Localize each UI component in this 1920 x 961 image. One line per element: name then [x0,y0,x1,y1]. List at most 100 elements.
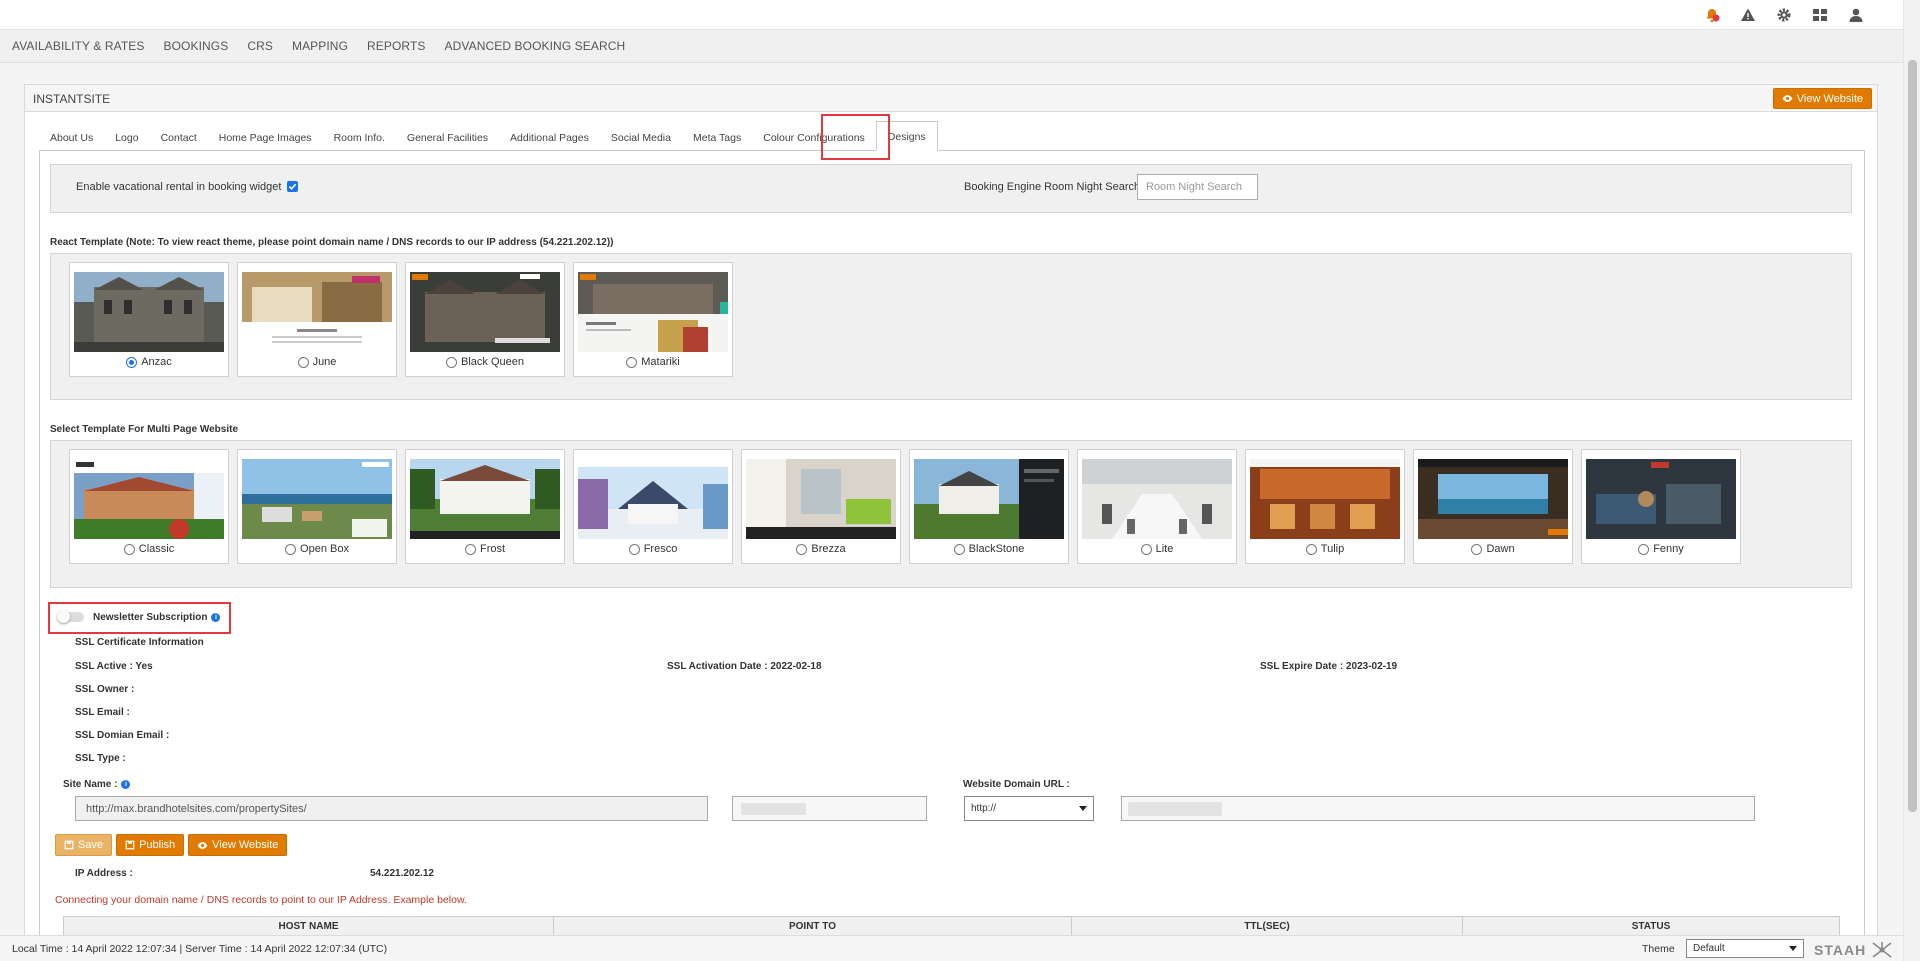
template-radio-fenny[interactable] [1638,543,1650,555]
menu-availability-rates[interactable]: AVAILABILITY & RATES [12,39,145,53]
vertical-scrollbar[interactable] [1903,0,1920,961]
template-radio-matariki[interactable] [626,356,638,368]
tab-colour-configurations[interactable]: Colour Configurations [752,125,876,151]
template-label-brezza: Brezza [742,543,900,555]
template-radio-tulip[interactable] [1305,543,1317,555]
template-label-matariki: Matariki [574,356,732,368]
view-website-button[interactable]: View Website [188,834,288,856]
user-icon[interactable] [1846,5,1865,24]
action-buttons: Save Publish View Website [55,834,288,856]
save-button[interactable]: Save [55,834,113,856]
template-card-black-queen[interactable]: Black Queen [405,262,565,377]
logo-mark-icon [1872,942,1892,958]
theme-label: Theme [1642,943,1675,955]
menu-reports[interactable]: REPORTS [367,39,426,53]
thumbnail-classic [74,459,224,539]
widget-settings-box: Enable vacational rental in booking widg… [50,164,1852,213]
template-radio-lite[interactable] [1140,543,1152,555]
tab-general-facilities[interactable]: General Facilities [396,125,499,151]
template-card-classic[interactable]: Classic [69,449,229,564]
template-label-fenny: Fenny [1582,543,1740,555]
tab-about-us[interactable]: About Us [39,125,104,151]
template-label-open-box: Open Box [238,543,396,555]
template-card-fenny[interactable]: Fenny [1581,449,1741,564]
template-label-dawn: Dawn [1414,543,1572,555]
template-card-brezza[interactable]: Brezza [741,449,901,564]
menu-crs[interactable]: CRS [247,39,273,53]
ssl-type: SSL Type : [75,753,126,764]
room-night-search-input[interactable]: Room Night Search [1137,174,1258,200]
eye-icon [197,841,208,849]
view-website-header-button[interactable]: View Website [1772,88,1872,109]
template-card-fresco[interactable]: Fresco [573,449,733,564]
dns-table: HOST NAME POINT TO TTL(SEC) STATUS [63,916,1840,937]
chevron-down-icon [1789,946,1797,951]
col-ttl: TTL(SEC) [1071,916,1463,937]
publish-icon [125,840,135,850]
template-card-anzac[interactable]: Anzac [69,262,229,377]
vacation-rental-checkbox[interactable] [287,181,298,192]
col-host-name: HOST NAME [63,916,554,937]
ssl-owner: SSL Owner : [75,684,135,695]
newsletter-label-row: Newsletter Subscription i [93,612,221,623]
template-label-anzac: Anzac [70,356,228,368]
tab-contact[interactable]: Contact [150,125,208,151]
template-card-blackstone[interactable]: BlackStone [909,449,1069,564]
dns-table-header: HOST NAME POINT TO TTL(SEC) STATUS [63,916,1840,937]
publish-button[interactable]: Publish [116,834,185,856]
tab-home-page-images[interactable]: Home Page Images [208,125,323,151]
room-night-label: Booking Engine Room Night Search [964,181,1141,193]
template-radio-classic[interactable] [123,543,135,555]
notification-icon[interactable] [1702,5,1721,24]
site-name-field[interactable]: http://max.brandhotelsites.com/propertyS… [75,796,708,821]
gear-icon[interactable] [1774,5,1793,24]
site-name-label-row: Site Name : i [63,779,131,790]
newsletter-toggle[interactable] [57,610,84,623]
menu-mapping[interactable]: MAPPING [292,39,348,53]
warning-icon[interactable] [1738,5,1757,24]
template-label-fresco: Fresco [574,543,732,555]
menu-advanced-booking-search[interactable]: ADVANCED BOOKING SEARCH [445,39,626,53]
template-radio-brezza[interactable] [796,543,808,555]
scrollbar-thumb[interactable] [1908,60,1917,812]
thumbnail-brezza [746,459,896,539]
tab-additional-pages[interactable]: Additional Pages [499,125,600,151]
website-domain-field[interactable] [1121,796,1755,821]
template-card-june[interactable]: June [237,262,397,377]
template-card-frost[interactable]: Frost [405,449,565,564]
theme-select[interactable]: Default [1686,939,1804,958]
eye-icon [1782,95,1793,102]
thumbnail-dawn [1418,459,1568,539]
ip-address-label: IP Address : [75,868,133,879]
protocol-select[interactable]: http:// [964,796,1094,821]
tab-bar: About Us Logo Contact Home Page Images R… [39,119,938,151]
template-card-open-box[interactable]: Open Box [237,449,397,564]
info-icon[interactable]: i [211,613,221,622]
thumbnail-blackstone [914,459,1064,539]
tab-designs[interactable]: Designs [875,121,938,151]
template-card-dawn[interactable]: Dawn [1413,449,1573,564]
tab-social-media[interactable]: Social Media [600,125,682,151]
template-radio-frost[interactable] [464,543,476,555]
template-card-matariki[interactable]: Matariki [573,262,733,377]
template-card-lite[interactable]: Lite [1077,449,1237,564]
grid-icon[interactable] [1810,5,1829,24]
tab-meta-tags[interactable]: Meta Tags [682,125,752,151]
tab-room-info[interactable]: Room Info. [323,125,396,151]
template-radio-blackstone[interactable] [953,543,965,555]
template-radio-black-queen[interactable] [446,356,457,368]
multi-template-title: Select Template For Multi Page Website [50,424,239,435]
template-label-lite: Lite [1078,543,1236,555]
tab-logo[interactable]: Logo [104,125,149,151]
ssl-title: SSL Certificate Information [75,637,204,648]
menu-bookings[interactable]: BOOKINGS [164,39,229,53]
site-name-info-icon[interactable]: i [121,780,131,789]
template-radio-open-box[interactable] [285,543,297,555]
template-card-tulip[interactable]: Tulip [1245,449,1405,564]
template-radio-dawn[interactable] [1471,543,1483,555]
template-radio-june[interactable] [297,356,309,368]
thumbnail-fenny [1586,459,1736,539]
site-name-suffix-field[interactable] [732,796,927,821]
template-radio-anzac[interactable] [126,356,138,368]
template-radio-fresco[interactable] [628,543,640,555]
